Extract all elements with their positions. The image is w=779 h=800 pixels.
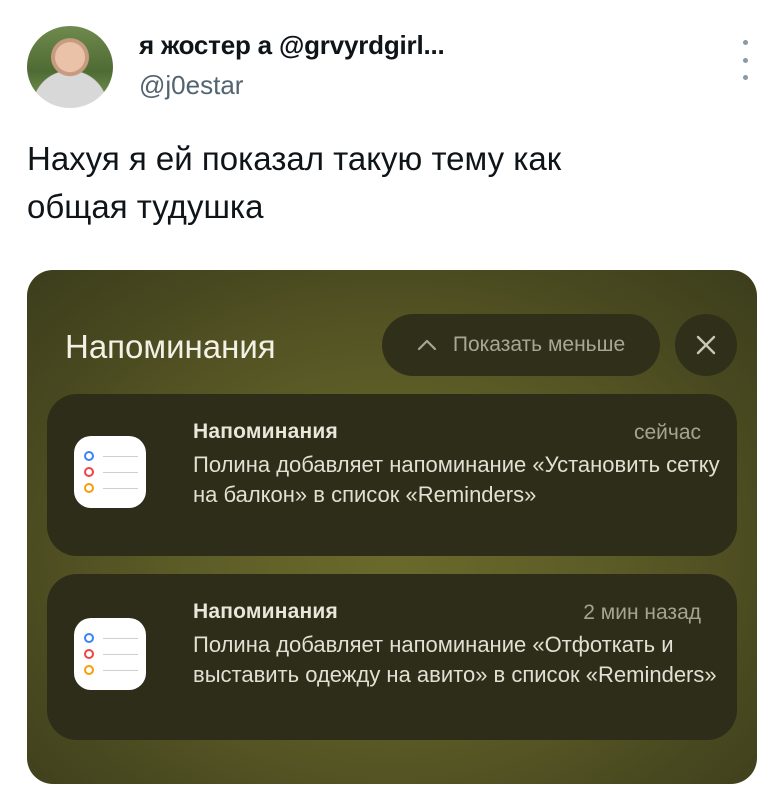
- tweet-header: я жостер а @grvyrdgirl... @j0estar: [27, 26, 757, 108]
- close-button[interactable]: [675, 314, 737, 376]
- close-icon: [696, 335, 716, 355]
- tweet-text: Нахуя я ей показал такую тему как общая …: [27, 140, 562, 225]
- more-options-icon[interactable]: [741, 40, 749, 80]
- chevron-up-icon: [417, 339, 436, 351]
- display-name[interactable]: я жостер а @grvyrdgirl...: [139, 30, 445, 61]
- avatar[interactable]: [27, 26, 113, 108]
- notification-body: Полина добавляет напоминание «Отфоткать …: [193, 632, 717, 687]
- notification-time: сейчас: [633, 421, 701, 444]
- show-less-label: Показать меньше: [452, 333, 626, 356]
- show-less-button[interactable]: Показать меньше: [382, 314, 660, 376]
- notification-time: 2 мин назад: [583, 601, 701, 624]
- tweet-media[interactable]: Напоминания Показать меньше Напоминания …: [27, 270, 757, 784]
- notification-body: Полина добавляет напоминание «Установить…: [193, 452, 720, 507]
- notification-card[interactable]: Напоминания 2 мин назад Полина добавляет…: [47, 574, 737, 740]
- user-handle[interactable]: @j0estar: [139, 70, 243, 101]
- reminders-app-icon: [74, 436, 146, 508]
- notification-card[interactable]: Напоминания сейчас Полина добавляет напо…: [47, 394, 737, 556]
- notification-app-name: Напоминания: [193, 600, 338, 623]
- reminders-app-icon: [74, 618, 146, 690]
- notification-app-name: Напоминания: [193, 420, 338, 443]
- notification-center-title: Напоминания: [65, 328, 276, 365]
